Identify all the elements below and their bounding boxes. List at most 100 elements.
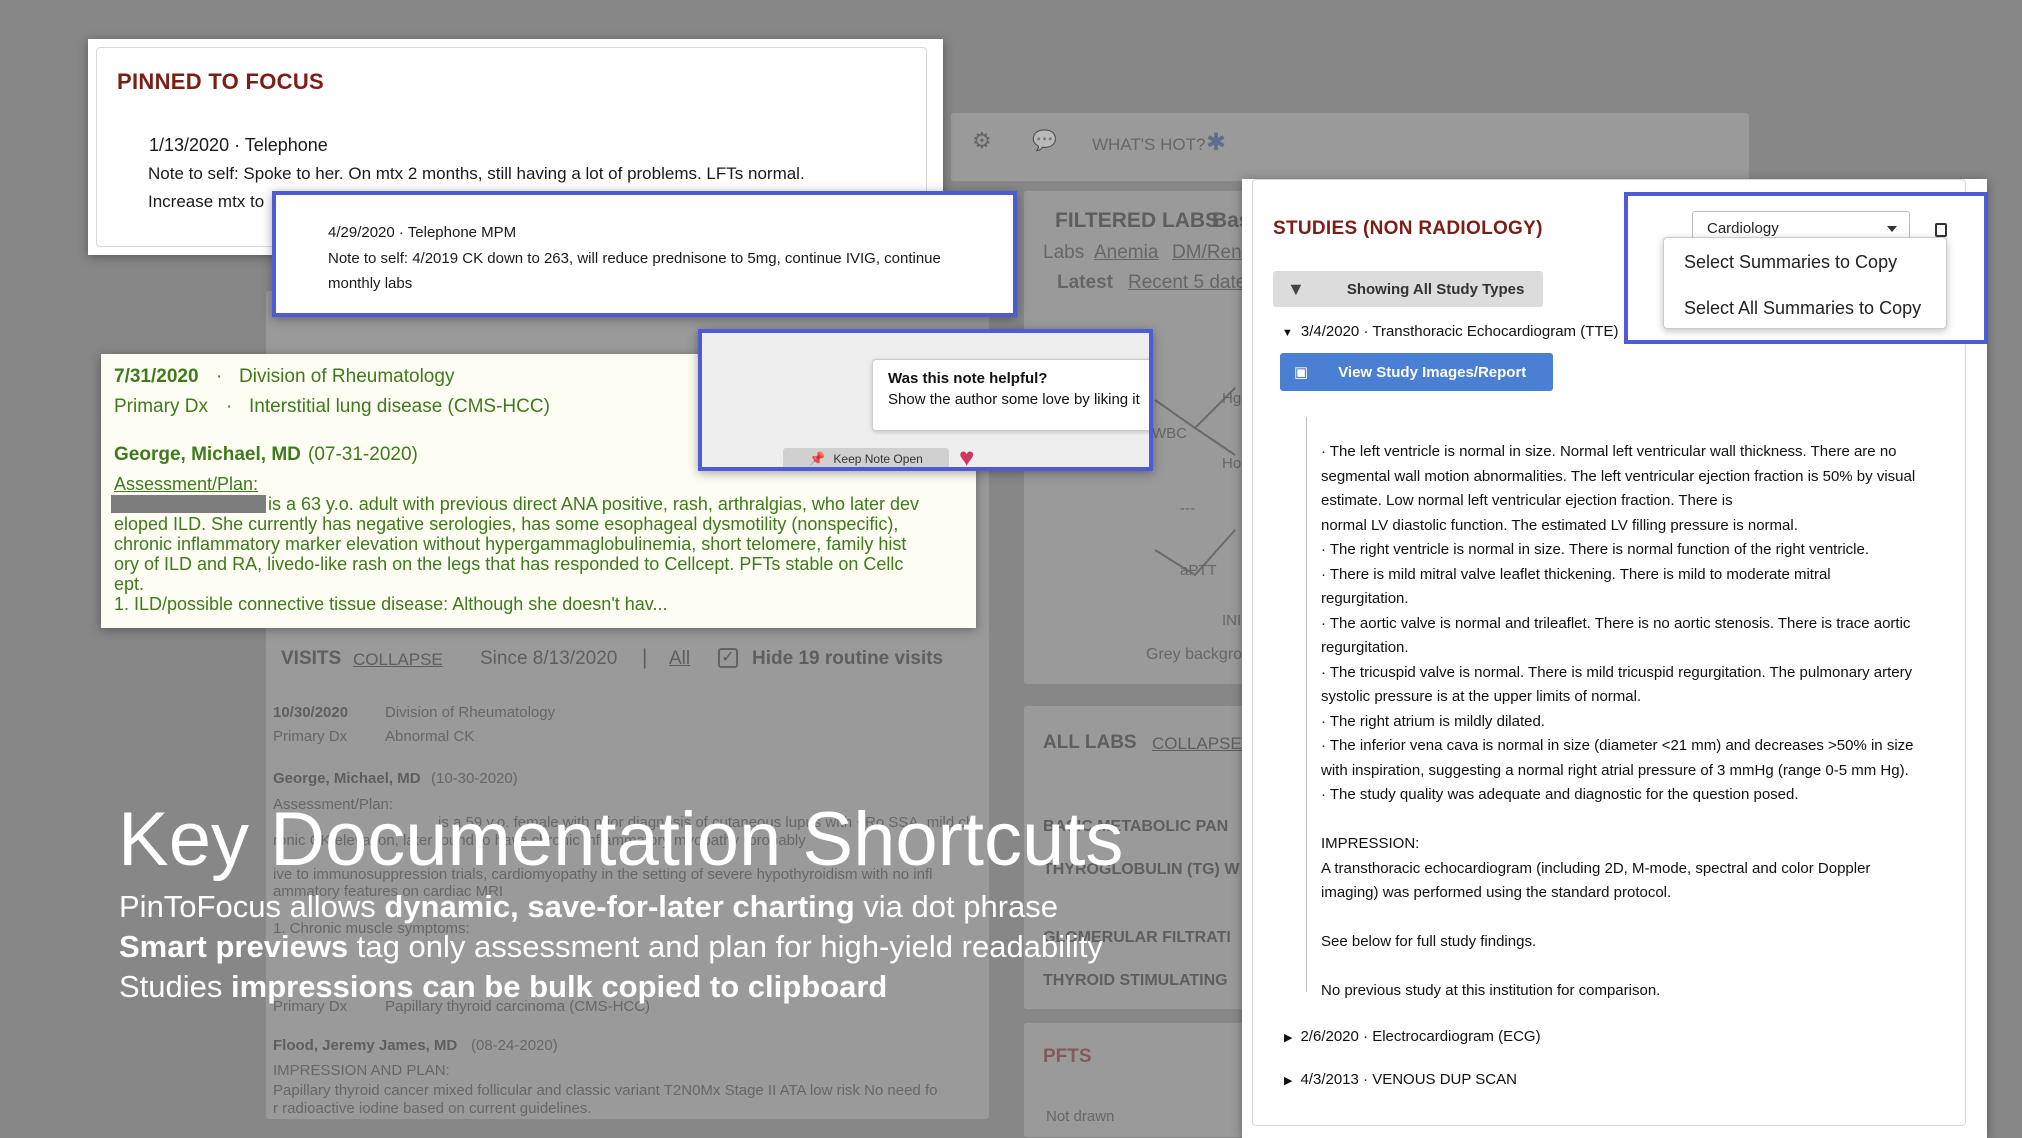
study-type-filter-button[interactable]: ▼ Showing All Study Types	[1273, 271, 1543, 307]
top-toolbar	[950, 112, 1750, 182]
chevron-down-icon	[1887, 226, 1897, 232]
preview-line6: 1. ILD/possible connective tissue diseas…	[114, 594, 668, 614]
anemia-link[interactable]: Anemia	[1094, 242, 1158, 264]
copy-summaries-callout: Cardiology Select Summaries to Copy Sele…	[1624, 192, 1988, 344]
slide-line1: PinToFocus allows dynamic, save-for-late…	[119, 887, 1058, 927]
study1-body-line: regurgitation.	[1321, 590, 1409, 607]
visit2-author: Flood, Jeremy James, MD	[273, 1037, 458, 1054]
pfts-not-drawn: Not drawn	[1046, 1108, 1115, 1125]
study1-body-line: regurgitation.	[1321, 639, 1409, 656]
study1-body-line: · The right ventricle is normal in size.…	[1321, 541, 1870, 558]
preview-author: George, Michael, MD	[114, 444, 301, 465]
pinned-title: PINNED TO FOCUS	[117, 69, 325, 94]
study2-row[interactable]: ▶ 2/6/2020 · Electrocardiogram (ECG)	[1284, 1028, 1541, 1045]
visits-since: Since 8/13/2020	[480, 648, 618, 669]
slide-line2: Smart previews tag only assessment and p…	[119, 927, 1103, 967]
visit1-dx-label: Primary Dx	[273, 728, 348, 745]
slide-line3: Studies impressions can be bulk copied t…	[119, 967, 887, 1007]
labs-label: Labs	[1043, 242, 1085, 263]
grey-background-note: Grey backgro	[1146, 646, 1243, 663]
helpful-card: Was this note helpful? Show the author s…	[698, 329, 1153, 471]
visits-title: VISITS	[281, 648, 342, 669]
study1-row[interactable]: ▼ 3/4/2020 · Transthoracic Echocardiogram…	[1282, 323, 1619, 340]
study1-body-line	[1321, 808, 1941, 833]
pin-icon: 📌	[809, 451, 826, 466]
visits-divider: |	[642, 646, 648, 669]
copy-menu: Select Summaries to Copy Select All Summ…	[1663, 237, 1947, 329]
helpful-title: Was this note helpful?	[888, 370, 1048, 387]
visits-all-link[interactable]: All	[669, 648, 690, 670]
view-study-images-button[interactable]: ▣ View Study Images/Report	[1280, 353, 1553, 391]
menu-select-summaries[interactable]: Select Summaries to Copy	[1684, 252, 1897, 273]
visits-collapse-link[interactable]: COLLAPSE	[353, 650, 443, 670]
pinned-note2-header: 4/29/2020 · Telephone MPM	[328, 224, 517, 241]
study1-body-line: · The study quality was adequate and dia…	[1321, 786, 1799, 803]
slide-line1-b: dynamic, save-for-later charting	[384, 889, 855, 924]
preview-dx: Interstitial lung disease (CMS-HCC)	[249, 396, 550, 417]
graph-label-aptt: aPTT	[1180, 562, 1217, 579]
preview-dot1: ·	[216, 366, 223, 387]
heart-icon[interactable]: ♥	[959, 444, 974, 467]
study1-header: 3/4/2020 · Transthoracic Echocardiogram …	[1300, 323, 1619, 340]
study2-label: 2/6/2020 · Electrocardiogram (ECG)	[1300, 1028, 1541, 1045]
chat-icon[interactable]: 💬	[1032, 128, 1057, 153]
menu-select-all-summaries[interactable]: Select All Summaries to Copy	[1684, 298, 1921, 319]
slide-line2-a: Smart previews	[119, 929, 349, 964]
visit1-author-date: (10-30-2020)	[431, 770, 518, 787]
hide-routine-visits[interactable]: Hide 19 routine visits	[752, 648, 943, 670]
dm-ren-link[interactable]: DM/Ren	[1172, 242, 1242, 264]
helpful-tooltip: Was this note helpful? Show the author s…	[872, 359, 1149, 431]
slide-line2-b: tag only assessment and plan for high-yi…	[348, 929, 1103, 964]
pinned-note1-line1: Note to self: Spoke to her. On mtx 2 mon…	[148, 164, 805, 183]
keep-note-open-button[interactable]: 📌 Keep Note Open	[783, 448, 949, 467]
study1-body-line: · The inferior vena cava is normal in si…	[1321, 737, 1914, 754]
study1-body-line: A transthoracic echocardiogram (includin…	[1321, 859, 1871, 877]
preview-line3: chronic inflammatory marker elevation wi…	[114, 534, 907, 554]
preview-line5: ept.	[114, 574, 145, 594]
preview-dx-label: Primary Dx	[114, 396, 208, 417]
clipboard-icon[interactable]	[1935, 223, 1947, 237]
filter-label: Showing All Study Types	[1346, 280, 1525, 298]
filtered-labs-title: FILTERED LABS	[1055, 209, 1220, 232]
pinned-note1-line2: Increase mtx to	[148, 192, 265, 211]
gear-icon[interactable]: ⚙	[972, 128, 992, 154]
slide-line3-a: Studies	[119, 969, 232, 1004]
pinned-note2-card: 4/29/2020 · Telephone MPM Note to self: …	[272, 191, 1017, 317]
pinned-note1-header: 1/13/2020 · Telephone	[149, 135, 328, 155]
study1-body-line: IMPRESSION:	[1321, 835, 1420, 852]
all-labs-item4[interactable]: THYROID STIMULATING	[1043, 972, 1228, 990]
study3-row[interactable]: ▶ 4/3/2013 · VENOUS DUP SCAN	[1284, 1071, 1517, 1088]
pfts-title: PFTS	[1043, 1046, 1092, 1067]
graph-label-hg: Hg	[1222, 390, 1242, 407]
visit2-author-date: (08-24-2020)	[471, 1037, 558, 1054]
preview-division: Division of Rheumatology	[239, 366, 455, 387]
checkbox-icon[interactable]: ✓	[718, 648, 738, 668]
preview-ap-label: Assessment/Plan:	[114, 474, 259, 494]
all-labs-title: ALL LABS	[1043, 732, 1137, 753]
study1-body-line: · The left ventricle is normal in size. …	[1321, 443, 1897, 460]
preview-line4: ory of ILD and RA, livedo-like rash on t…	[114, 554, 904, 574]
image-icon: ▣	[1294, 364, 1309, 381]
bug-icon: ✱	[1206, 129, 1227, 156]
study1-body-line: · There is mild mitral valve leaflet thi…	[1321, 565, 1831, 583]
study1-body-line: See below for full study findings.	[1321, 933, 1537, 950]
study1-body-line: No previous study at this institution fo…	[1321, 982, 1661, 999]
preview-line2: eloped ILD. She currently has negative s…	[114, 514, 899, 534]
graph-label-wbc: WBC	[1152, 425, 1187, 442]
visit1-division: Division of Rheumatology	[385, 704, 556, 721]
cardiology-select-value: Cardiology	[1707, 220, 1779, 237]
caret-right-icon: ▶	[1284, 1075, 1293, 1087]
visit1-dx: Abnormal CK	[385, 728, 475, 745]
study1-body-line: with inspiration, suggesting a normal ri…	[1321, 761, 1909, 779]
helpful-text: Show the author some love by liking it	[888, 391, 1140, 408]
graph-label-ho: Ho	[1222, 455, 1242, 472]
caret-right-icon: ▶	[1284, 1032, 1293, 1044]
whats-hot-link[interactable]: WHAT'S HOT?	[1092, 135, 1205, 155]
preview-dot2: ·	[226, 396, 233, 417]
study1-body-line: estimate. Low normal left ventricular ej…	[1321, 492, 1733, 509]
study1-body-line: normal LV diastolic function. The estima…	[1321, 516, 1798, 534]
study1-body-line: · The right atrium is mildly dilated.	[1321, 712, 1545, 730]
all-labs-collapse-link[interactable]: COLLAPSE	[1152, 734, 1242, 754]
recent-5-dates-link[interactable]: Recent 5 date	[1128, 272, 1246, 294]
graph-label-dash: ---	[1180, 500, 1195, 517]
